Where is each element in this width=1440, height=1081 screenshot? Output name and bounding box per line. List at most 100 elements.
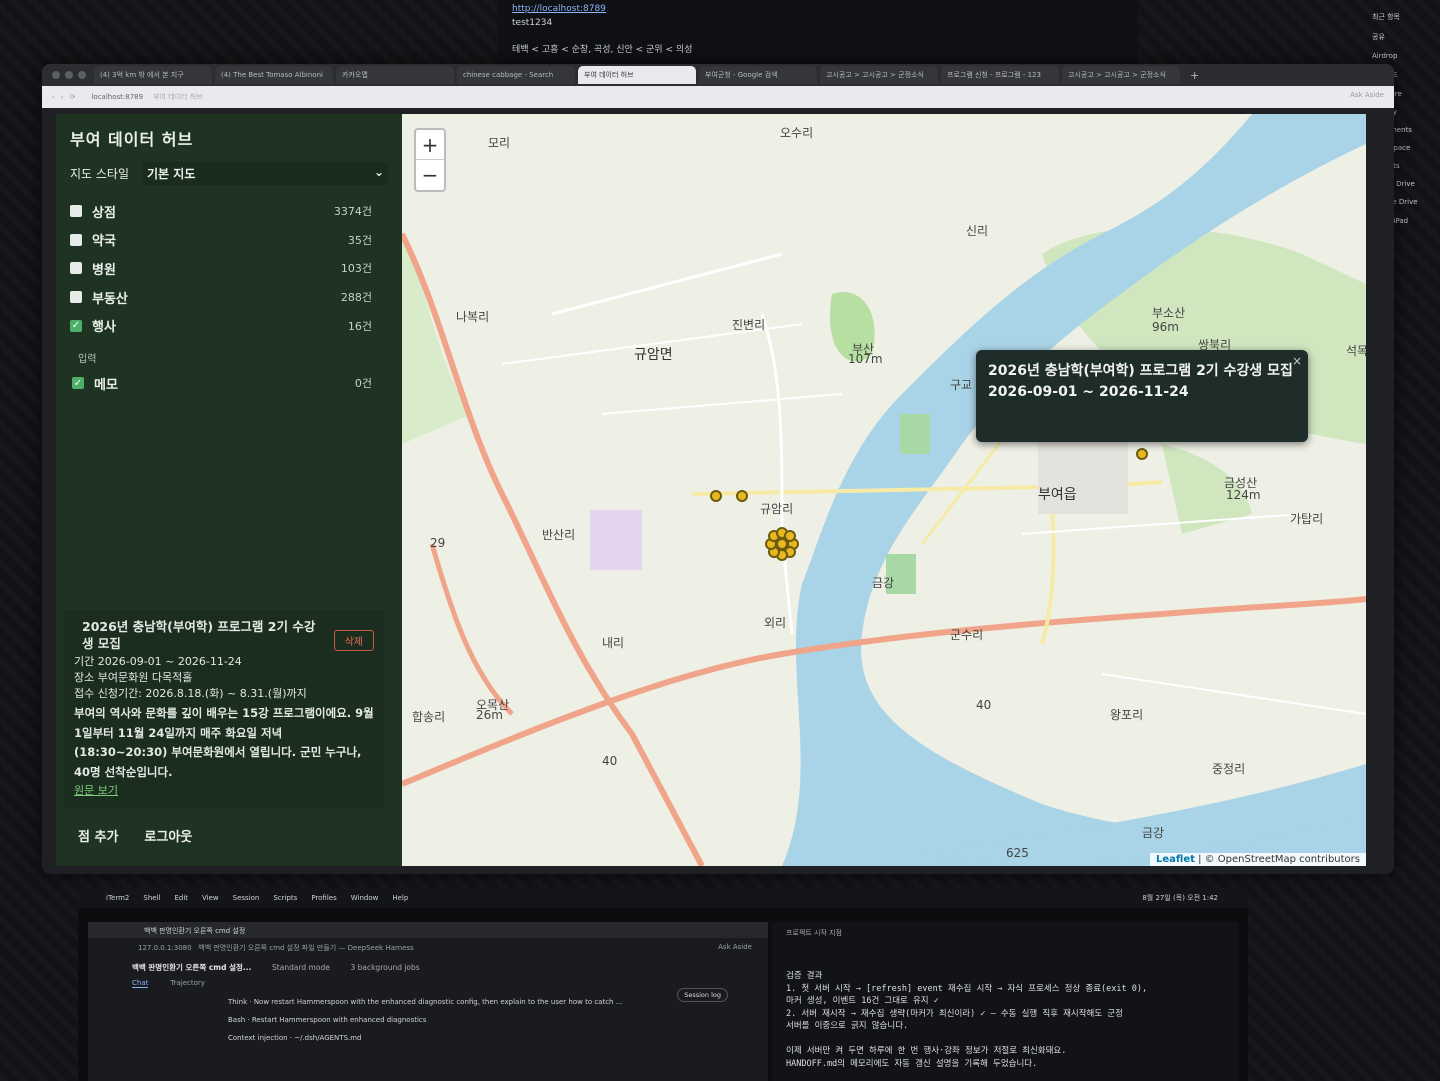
laptop-ask-aside[interactable]: Ask Aside	[718, 943, 752, 951]
close-icon[interactable]: ×	[1292, 354, 1302, 368]
map-place-label: 중정리	[1212, 762, 1246, 776]
map-place-label: 124m	[1226, 488, 1261, 502]
map-place-label: 반산리	[542, 528, 576, 542]
layer-checkbox[interactable]: ✓	[70, 319, 82, 332]
menubar-item[interactable]: Edit	[174, 894, 188, 902]
layer-count: 3374건	[333, 205, 372, 219]
top-url-link[interactable]: http://localhost:8789	[512, 4, 1124, 14]
map-view[interactable]: 모리 오수리 신리 규암면 진변리 나복리 부산 107m 구교 부소산 96m 쌍북리 석목 규암리 부여…	[402, 114, 1366, 866]
map-place-label: 부소산	[1152, 306, 1186, 320]
trajectory-row[interactable]: Think · Now restart Hammerspoon with the…	[88, 988, 768, 1006]
finder-item[interactable]: 공유	[1372, 32, 1434, 42]
laptop-page-title: 백백 판명인환기 오른쪽 cmd 설정 파일 만들기 — DeepSeek Ha…	[198, 944, 414, 952]
browser-tab[interactable]: 고시공고 > 고시공고 > 군정소식	[1062, 66, 1180, 84]
map-place-label: 가탑리	[1290, 512, 1324, 526]
layer-item[interactable]: 상점 3374건	[70, 197, 388, 226]
layer-item[interactable]: 부동산 288건	[70, 283, 388, 312]
event-marker[interactable]	[1136, 448, 1148, 460]
terminal-pane: 프로젝트 시작 지점 검증 결과 1. 첫 서버 시작 → [refresh] e…	[772, 922, 1238, 1081]
map-place-label: 금강	[1142, 826, 1165, 840]
window-controls[interactable]	[52, 71, 86, 79]
new-tab-button[interactable]: +	[1184, 69, 1205, 82]
laptop-mode[interactable]: Standard mode	[272, 963, 330, 972]
browser-tab[interactable]: (4) The Best Tomaso Albinoni	[215, 66, 333, 84]
memo-label: 메모	[94, 377, 118, 393]
browser-tab[interactable]: 고시공고 > 고시공고 > 군정소식	[820, 66, 938, 84]
laptop-jobs[interactable]: 3 background jobs	[350, 963, 419, 972]
address-bar[interactable]: ‹›⟳ localhost:8789 부여 데이터 허브 Ask Aside	[42, 86, 1394, 108]
menubar-item[interactable]: Window	[351, 894, 379, 902]
leaflet-link[interactable]: Leaflet	[1156, 854, 1195, 865]
map-style-select[interactable]: 기본 지도 ⌄	[143, 162, 388, 185]
nav-arrows-icon[interactable]: ‹›⟳	[52, 93, 81, 101]
browser-tab[interactable]: 부여군청 - Google 검색	[699, 66, 817, 84]
trajectory-row[interactable]: Bash · Restart Hammerspoon with enhanced…	[88, 1006, 768, 1024]
map-place-label: 29	[430, 536, 446, 550]
finder-item[interactable]: Airdrop	[1372, 52, 1434, 60]
map-place-label: 합송리	[412, 710, 446, 724]
event-marker[interactable]	[710, 490, 722, 502]
browser-tab[interactable]: chinese cabbage - Search	[457, 66, 575, 84]
menubar-item[interactable]: View	[202, 894, 219, 902]
delete-button[interactable]: 삭제	[333, 630, 374, 651]
layer-item[interactable]: 병원 103건	[70, 254, 388, 283]
menubar-item[interactable]: Help	[392, 894, 408, 902]
layer-label: 약국	[92, 234, 116, 250]
laptop-address[interactable]: 127.0.0.1:3080 백백 판명인환기 오른쪽 cmd 설정 파일 만들…	[88, 938, 768, 956]
layer-item[interactable]: 약국 35건	[70, 226, 388, 255]
add-point-button[interactable]: 점 추가	[78, 826, 118, 845]
chevron-down-icon: ⌄	[373, 165, 384, 179]
layer-item[interactable]: ✓ 행사 16건	[70, 311, 388, 340]
address-url[interactable]: localhost:8789	[91, 93, 143, 101]
memo-checkbox[interactable]: ✓	[72, 377, 84, 390]
laptop-heading-text: 백백 판명인환기 오른쪽 cmd 설정...	[132, 963, 252, 972]
layer-checkbox[interactable]	[70, 291, 82, 304]
event-marker[interactable]	[736, 490, 748, 502]
map-style-row: 지도 스타일 기본 지도 ⌄	[70, 162, 388, 185]
session-log-button[interactable]: Session log	[677, 988, 728, 1002]
app-content: 부여 데이터 허브 지도 스타일 기본 지도 ⌄ 상점 3374건약국 35건병원 1…	[56, 114, 1366, 866]
terminal-line: 마커 생성, 이벤트 16건 그대로 유지 ✓	[786, 996, 939, 1006]
top-secondary-window: http://localhost:8789 test1234 테백 < 고흥 <…	[498, 0, 1138, 72]
terminal-line: 서버를 이중으로 긁지 않습니다.	[786, 1021, 909, 1031]
osm-attribution[interactable]: | © OpenStreetMap contributors	[1198, 854, 1360, 865]
trajectory-row[interactable]: Context injection · ~/.dsh/AGENTS.md	[88, 1024, 768, 1042]
map-place-label: 40	[976, 698, 992, 712]
map-style-label: 지도 스타일	[70, 167, 130, 181]
menubar-item[interactable]: Scripts	[273, 894, 297, 902]
ask-aside-button[interactable]: Ask Aside	[1350, 91, 1384, 99]
original-link[interactable]: 원문 보기	[74, 784, 118, 797]
zoom-in-button[interactable]: +	[416, 130, 444, 160]
zoom-out-button[interactable]: −	[416, 160, 444, 190]
laptop-tab-item[interactable]: Trajectory	[170, 979, 205, 988]
browser-tab[interactable]: (4) 3억 km 밖 에서 본 지구	[94, 66, 212, 84]
logout-button[interactable]: 로그아웃	[144, 826, 192, 845]
browser-tab[interactable]: 카카오맵	[336, 66, 454, 84]
layer-count: 35건	[347, 233, 372, 247]
menubar-item[interactable]: Shell	[143, 894, 160, 902]
map-place-label: 96m	[1152, 320, 1179, 334]
layer-checkbox[interactable]	[70, 262, 82, 275]
app-title: 부여 데이터 허브	[70, 130, 194, 149]
browser-tab[interactable]: 부여 데이터 허브	[578, 66, 696, 84]
map-tiles	[402, 114, 1366, 866]
laptop-tab[interactable]: 백백 판명인환기 오른쪽 cmd 설정	[88, 922, 768, 938]
browser-window: (4) 3억 km 밖 에서 본 지구 (4) The Best Tomaso A…	[42, 64, 1394, 874]
memo-count: 0건	[354, 377, 372, 391]
layer-checkbox[interactable]	[70, 233, 82, 246]
laptop-heading: 백백 판명인환기 오른쪽 cmd 설정... Standard mode 3 b…	[88, 956, 768, 979]
browser-tab[interactable]: 프로그램 신청 - 프로그램 - 123	[941, 66, 1059, 84]
laptop-url[interactable]: 127.0.0.1:3080	[138, 944, 192, 952]
finder-item[interactable]: 최근 항목	[1372, 12, 1434, 22]
layer-memo[interactable]: ✓ 메모 0건	[70, 369, 388, 398]
layer-checkbox[interactable]	[70, 205, 82, 218]
address-title: 부여 데이터 허브	[153, 93, 203, 101]
menubar-item[interactable]: iTerm2	[106, 894, 129, 902]
terminal-line: HANDOFF.md의 메모리에도 자동 갱신 설명을 기록해 두었습니다.	[786, 1058, 1038, 1069]
laptop-tab-item[interactable]: Chat	[132, 979, 149, 988]
menubar-item[interactable]: Session	[233, 894, 260, 902]
menubar-item[interactable]: Profiles	[311, 894, 336, 902]
event-marker[interactable]	[776, 538, 788, 550]
layer-list: 상점 3374건약국 35건병원 103건 부동산 288건 ✓ 행사 16건	[70, 197, 388, 340]
zoom-control[interactable]: + −	[414, 128, 446, 192]
